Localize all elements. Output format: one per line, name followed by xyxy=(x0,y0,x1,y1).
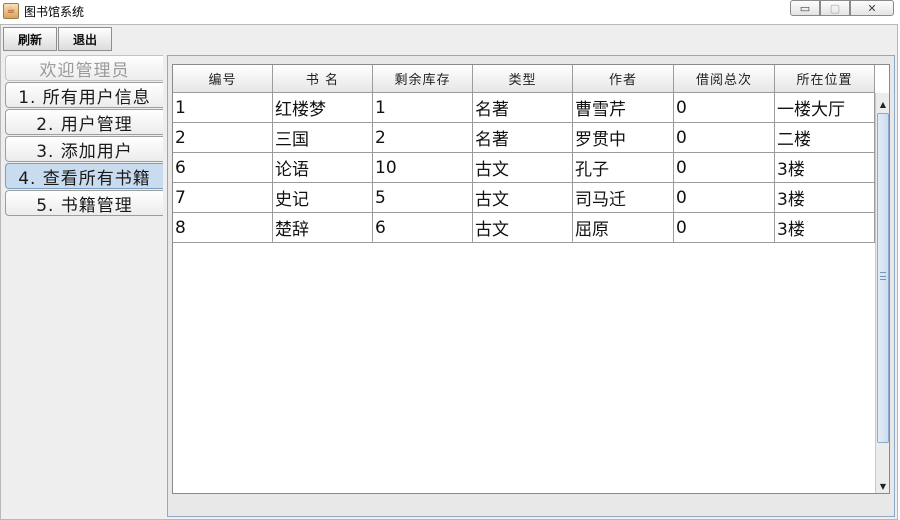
cell-borrow-count: 0 xyxy=(674,153,775,183)
cell-id: 1 xyxy=(173,93,273,123)
window-controls: ▭ ▢ ✕ xyxy=(790,0,894,16)
table-row[interactable]: 6 论语 10 古文 孔子 0 3楼 xyxy=(173,153,875,183)
cell-author: 屈原 xyxy=(573,213,674,243)
cell-location: 3楼 xyxy=(775,183,875,213)
minimize-button[interactable]: ▭ xyxy=(790,0,820,16)
cell-location: 一楼大厅 xyxy=(775,93,875,123)
cell-stock: 2 xyxy=(373,123,473,153)
scrollbar-thumb[interactable] xyxy=(877,113,889,443)
cell-type: 古文 xyxy=(473,153,573,183)
nav-tabs: 欢迎管理员 1. 所有用户信息 2. 用户管理 3. 添加用户 4. 查看所有书… xyxy=(5,55,167,517)
table-row[interactable]: 1 红楼梦 1 名著 曹雪芹 0 一楼大厅 xyxy=(173,93,875,123)
refresh-button[interactable]: 刷新 xyxy=(3,27,58,51)
cell-title: 红楼梦 xyxy=(273,93,373,123)
cell-borrow-count: 0 xyxy=(674,123,775,153)
cell-author: 曹雪芹 xyxy=(573,93,674,123)
cell-title: 三国 xyxy=(273,123,373,153)
cell-type: 名著 xyxy=(473,93,573,123)
tab-book-management[interactable]: 5. 书籍管理 xyxy=(5,190,163,216)
column-header-author[interactable]: 作者 xyxy=(573,65,674,93)
table-row[interactable]: 7 史记 5 古文 司马迁 0 3楼 xyxy=(173,183,875,213)
column-header-location[interactable]: 所在位置 xyxy=(775,65,875,93)
table-header: 编号 书 名 剩余库存 类型 作者 借阅总次 所在位置 xyxy=(173,65,889,93)
cell-id: 7 xyxy=(173,183,273,213)
toolbar: 刷新 退出 xyxy=(3,27,113,53)
column-header-borrow-count[interactable]: 借阅总次 xyxy=(674,65,775,93)
column-header-stock[interactable]: 剩余库存 xyxy=(373,65,473,93)
cell-borrow-count: 0 xyxy=(674,183,775,213)
cell-stock: 5 xyxy=(373,183,473,213)
close-button[interactable]: ✕ xyxy=(850,0,894,16)
scroll-down-arrow-icon[interactable]: ▼ xyxy=(876,479,890,493)
cell-borrow-count: 0 xyxy=(674,93,775,123)
vertical-scrollbar[interactable]: ▲ ▼ xyxy=(875,93,889,493)
cell-id: 6 xyxy=(173,153,273,183)
cell-author: 罗贯中 xyxy=(573,123,674,153)
window-title: 图书馆系统 xyxy=(24,4,85,19)
title-bar: ☕ 图书馆系统 ▭ ▢ ✕ xyxy=(0,0,900,22)
tab-user-management[interactable]: 2. 用户管理 xyxy=(5,109,163,135)
cell-title: 楚辞 xyxy=(273,213,373,243)
books-table: 编号 书 名 剩余库存 类型 作者 借阅总次 所在位置 1 红楼梦 1 名著 曹… xyxy=(172,64,890,494)
cell-author: 孔子 xyxy=(573,153,674,183)
table-body: 1 红楼梦 1 名著 曹雪芹 0 一楼大厅 2 三国 2 名著 罗贯中 0 二楼 xyxy=(173,93,875,243)
cell-id: 2 xyxy=(173,123,273,153)
cell-type: 古文 xyxy=(473,183,573,213)
cell-title: 史记 xyxy=(273,183,373,213)
java-cup-icon: ☕ xyxy=(3,3,19,19)
cell-type: 古文 xyxy=(473,213,573,243)
cell-stock: 10 xyxy=(373,153,473,183)
tab-welcome-admin: 欢迎管理员 xyxy=(5,55,163,81)
tab-add-user[interactable]: 3. 添加用户 xyxy=(5,136,163,162)
content-panel: 编号 书 名 剩余库存 类型 作者 借阅总次 所在位置 1 红楼梦 1 名著 曹… xyxy=(167,55,895,517)
cell-id: 8 xyxy=(173,213,273,243)
maximize-button[interactable]: ▢ xyxy=(820,0,850,16)
column-header-title[interactable]: 书 名 xyxy=(273,65,373,93)
cell-stock: 1 xyxy=(373,93,473,123)
cell-location: 3楼 xyxy=(775,153,875,183)
table-row[interactable]: 2 三国 2 名著 罗贯中 0 二楼 xyxy=(173,123,875,153)
cell-type: 名著 xyxy=(473,123,573,153)
cell-author: 司马迁 xyxy=(573,183,674,213)
main-frame: 刷新 退出 欢迎管理员 1. 所有用户信息 2. 用户管理 3. 添加用户 4.… xyxy=(0,24,898,520)
cell-location: 3楼 xyxy=(775,213,875,243)
cell-borrow-count: 0 xyxy=(674,213,775,243)
cell-title: 论语 xyxy=(273,153,373,183)
exit-button[interactable]: 退出 xyxy=(58,27,113,51)
column-header-id[interactable]: 编号 xyxy=(173,65,273,93)
table-row[interactable]: 8 楚辞 6 古文 屈原 0 3楼 xyxy=(173,213,875,243)
grip-icon xyxy=(880,272,886,280)
column-header-type[interactable]: 类型 xyxy=(473,65,573,93)
tab-all-user-info[interactable]: 1. 所有用户信息 xyxy=(5,82,163,108)
scroll-up-arrow-icon[interactable]: ▲ xyxy=(876,97,890,111)
cell-location: 二楼 xyxy=(775,123,875,153)
tab-view-all-books[interactable]: 4. 查看所有书籍 xyxy=(5,163,163,189)
cell-stock: 6 xyxy=(373,213,473,243)
